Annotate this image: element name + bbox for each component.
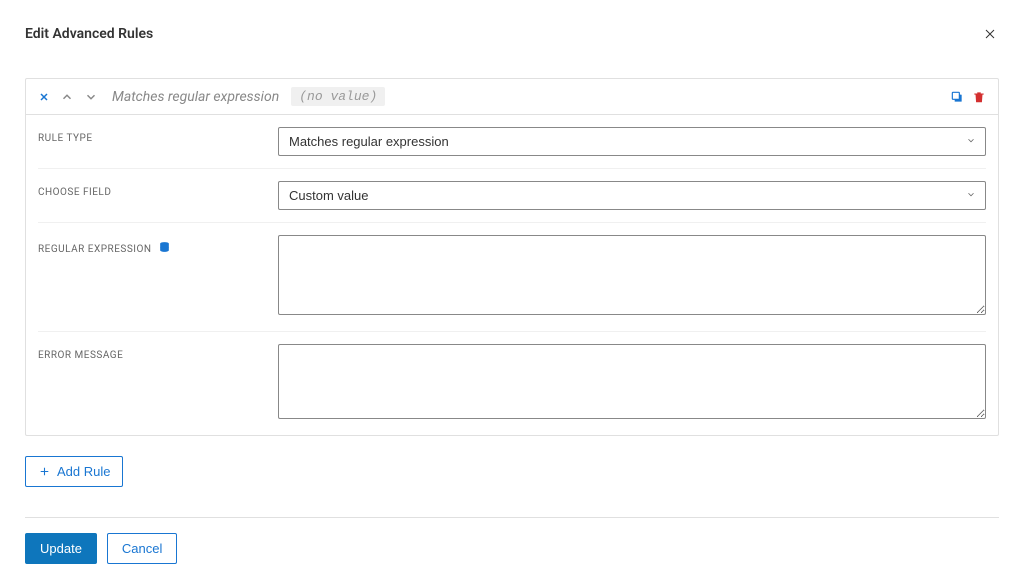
copy-icon	[950, 90, 964, 104]
rule-type-select[interactable]: Matches regular expression	[278, 127, 986, 156]
rule-body: Rule Type Matches regular expression Cho…	[26, 115, 998, 435]
add-rule-label: Add Rule	[57, 464, 110, 479]
error-message-row: Error Message	[38, 332, 986, 435]
regex-textarea[interactable]	[278, 235, 986, 315]
remove-rule-button[interactable]	[38, 91, 50, 103]
x-icon	[38, 91, 50, 103]
move-down-button[interactable]	[84, 90, 98, 104]
update-button[interactable]: Update	[25, 533, 97, 564]
rule-summary-title: Matches regular expression	[112, 89, 279, 105]
rule-summary-value-badge: (no value)	[291, 87, 385, 106]
regex-row: Regular Expression	[38, 223, 986, 332]
chevron-down-icon	[84, 90, 98, 104]
error-message-control	[278, 344, 986, 423]
rule-header-left: Matches regular expression (no value)	[38, 87, 940, 106]
error-message-textarea[interactable]	[278, 344, 986, 419]
rule-type-row: Rule Type Matches regular expression	[38, 115, 986, 169]
choose-field-label: Choose Field	[38, 181, 278, 198]
modal-title: Edit Advanced Rules	[25, 26, 153, 42]
rule-header: Matches regular expression (no value)	[26, 79, 998, 115]
error-message-label: Error Message	[38, 344, 278, 361]
close-button[interactable]	[981, 25, 999, 43]
regex-control	[278, 235, 986, 319]
modal-header: Edit Advanced Rules	[25, 25, 999, 43]
choose-field-control: Custom value	[278, 181, 986, 210]
choose-field-row: Choose Field Custom value	[38, 169, 986, 223]
rule-card: Matches regular expression (no value) Ru…	[25, 78, 999, 436]
regex-label-text: Regular Expression	[38, 244, 152, 255]
add-rule-button[interactable]: Add Rule	[25, 456, 123, 487]
rule-header-right	[950, 90, 986, 104]
footer-divider	[25, 517, 999, 518]
rule-type-control: Matches regular expression	[278, 127, 986, 156]
edit-advanced-rules-modal: Edit Advanced Rules Matches regular expr…	[0, 0, 1024, 564]
close-icon	[982, 26, 998, 42]
cancel-button[interactable]: Cancel	[107, 533, 177, 564]
regex-label: Regular Expression	[38, 235, 278, 257]
duplicate-rule-button[interactable]	[950, 90, 964, 104]
footer-actions: Update Cancel	[25, 533, 999, 564]
database-icon	[158, 241, 171, 257]
choose-field-select[interactable]: Custom value	[278, 181, 986, 210]
rule-type-label: Rule Type	[38, 127, 278, 144]
chevron-up-icon	[60, 90, 74, 104]
plus-icon	[38, 465, 51, 478]
trash-icon	[972, 90, 986, 104]
delete-rule-button[interactable]	[972, 90, 986, 104]
move-up-button[interactable]	[60, 90, 74, 104]
